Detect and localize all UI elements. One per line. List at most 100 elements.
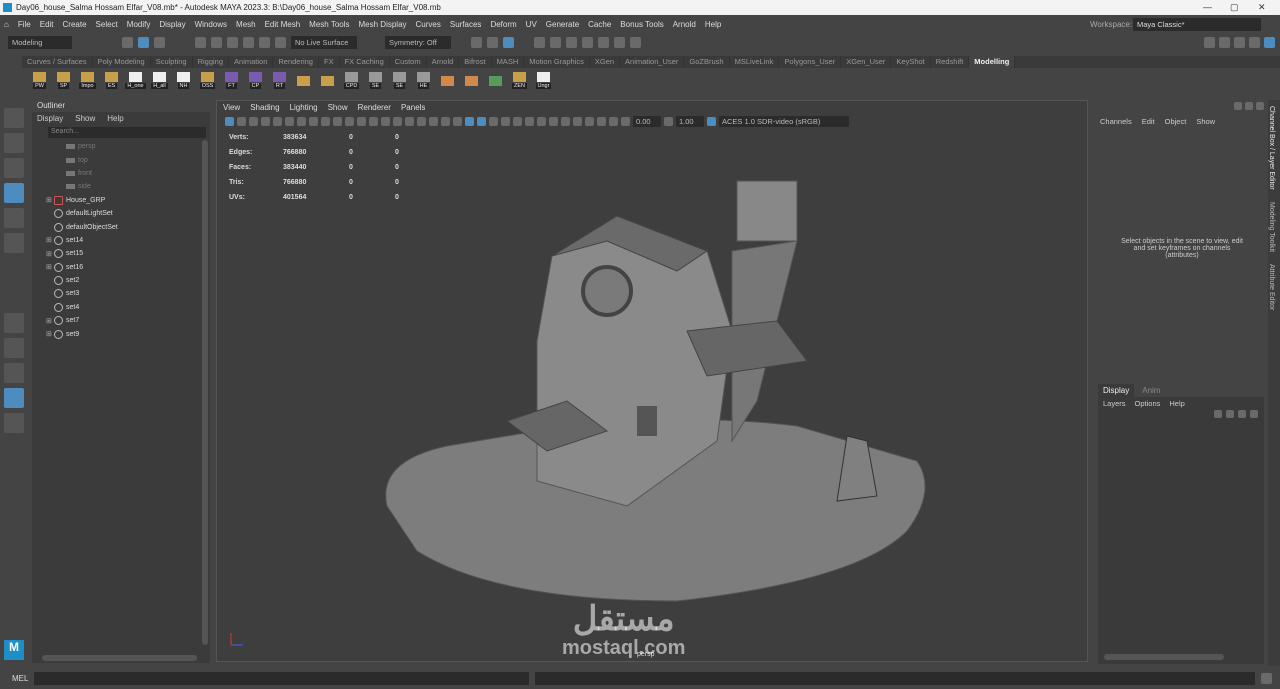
outliner-item[interactable]: set3 xyxy=(46,287,210,300)
options-menu[interactable]: Options xyxy=(1135,399,1161,408)
construction-history-icon[interactable] xyxy=(487,36,498,48)
viewport-tool-icon[interactable] xyxy=(261,116,270,126)
input-output-icon[interactable] xyxy=(471,36,482,48)
viewport-tool-icon[interactable] xyxy=(525,116,534,126)
rotate-tool-icon[interactable] xyxy=(4,208,24,228)
gamma-field[interactable]: 1.00 xyxy=(676,115,704,127)
menu-file[interactable]: File xyxy=(18,20,31,29)
snap-view-icon[interactable] xyxy=(243,36,254,48)
shelf-button[interactable]: OSS xyxy=(198,72,217,89)
tab-display[interactable]: Display xyxy=(1098,384,1135,397)
viewport-tool-icon[interactable] xyxy=(369,116,378,126)
shelf-button[interactable]: SE xyxy=(366,72,385,89)
edit-menu[interactable]: Edit xyxy=(1142,117,1155,126)
snap-curve-icon[interactable] xyxy=(211,36,222,48)
viewport-tool-icon[interactable] xyxy=(549,116,558,126)
shelf-button[interactable]: FT xyxy=(222,72,241,89)
outliner-item[interactable]: ⊞ set7 xyxy=(46,314,210,327)
viewport-tool-icon[interactable] xyxy=(333,116,342,126)
outliner-item[interactable]: ⊞ set15 xyxy=(46,247,210,260)
search-icon[interactable] xyxy=(4,413,24,433)
menu-help[interactable]: Help xyxy=(705,20,721,29)
outliner-item[interactable]: ⊞ set16 xyxy=(46,261,210,274)
shelf-button[interactable]: CP xyxy=(246,72,265,89)
mel-label[interactable]: MEL xyxy=(12,674,28,683)
arnold-render-icon[interactable] xyxy=(614,36,625,48)
menu-generate[interactable]: Generate xyxy=(546,20,579,29)
shelf-button[interactable]: PW xyxy=(30,72,49,89)
outliner-item[interactable]: ⊞ House_GRP xyxy=(46,194,210,207)
outliner-scrollbar[interactable] xyxy=(202,140,208,645)
select-by-component-icon[interactable] xyxy=(154,36,165,48)
viewport-tool-icon[interactable] xyxy=(585,116,594,126)
menu-uv[interactable]: UV xyxy=(526,20,537,29)
viewport-tool-icon[interactable] xyxy=(429,116,438,126)
menu-edit-mesh[interactable]: Edit Mesh xyxy=(265,20,301,29)
viewport-menu-renderer[interactable]: Renderer xyxy=(358,103,391,112)
shelf-tab[interactable]: FX xyxy=(319,56,340,68)
shelf-tab[interactable]: XGen xyxy=(590,56,621,68)
scale-tool-icon[interactable] xyxy=(4,233,24,253)
viewport-tool-icon[interactable] xyxy=(609,116,618,126)
move-layer-up-icon[interactable] xyxy=(1214,410,1222,418)
expand-icon[interactable]: ⊞ xyxy=(46,317,54,325)
layers-menu[interactable]: Layers xyxy=(1103,399,1126,408)
outliner-item[interactable]: defaultObjectSet xyxy=(46,220,210,233)
select-tool-icon[interactable] xyxy=(4,108,24,128)
paint-select-tool-icon[interactable] xyxy=(4,158,24,178)
layer-help-menu[interactable]: Help xyxy=(1169,399,1184,408)
symmetry-dropdown[interactable]: Symmetry: Off xyxy=(385,35,451,49)
exposure-field[interactable]: 0.00 xyxy=(633,115,661,127)
shelf-button[interactable]: NH xyxy=(174,72,193,89)
menu-select[interactable]: Select xyxy=(96,20,118,29)
viewport-tool-icon[interactable] xyxy=(489,116,498,126)
shelf-tab[interactable]: Animation_User xyxy=(620,56,685,68)
hypershade-icon[interactable] xyxy=(598,36,609,48)
shelf-button[interactable]: ES xyxy=(102,72,121,89)
menu-deform[interactable]: Deform xyxy=(490,20,516,29)
viewport-menu-lighting[interactable]: Lighting xyxy=(290,103,318,112)
shelf-button[interactable]: HE xyxy=(414,72,433,89)
viewport-tool-icon[interactable] xyxy=(465,116,474,126)
channel-box-toggle-icon[interactable] xyxy=(1234,102,1242,110)
viewport-tool-icon[interactable] xyxy=(357,116,366,126)
shelf-button[interactable]: ZEN xyxy=(510,72,529,89)
snap-grid-icon[interactable] xyxy=(195,36,206,48)
viewport-tool-icon[interactable] xyxy=(237,116,246,126)
shelf-button[interactable] xyxy=(438,75,457,86)
shelf-button[interactable]: H_one xyxy=(125,72,146,89)
viewport-tool-icon[interactable] xyxy=(561,116,570,126)
maximize-button[interactable]: ▢ xyxy=(1230,2,1239,13)
channels-menu[interactable]: Channels xyxy=(1100,117,1132,126)
menu-curves[interactable]: Curves xyxy=(416,20,441,29)
viewport-tool-icon[interactable] xyxy=(441,116,450,126)
tab-attribute-editor[interactable]: Attribute Editor xyxy=(1268,258,1275,316)
tab-channel-box-layer-editor[interactable]: Channel Box / Layer Editor xyxy=(1268,100,1275,196)
viewport-menu-view[interactable]: View xyxy=(223,103,240,112)
new-layer-selected-icon[interactable] xyxy=(1250,410,1258,418)
channel-box-icon[interactable] xyxy=(1264,36,1275,48)
outliner-item[interactable]: set4 xyxy=(46,301,210,314)
live-surface-field[interactable]: No Live Surface xyxy=(291,35,357,49)
shelf-tab[interactable]: Sculpting xyxy=(151,56,193,68)
viewport-tool-icon[interactable] xyxy=(249,116,258,126)
shelf-tab[interactable]: Custom xyxy=(390,56,427,68)
character-controls-icon[interactable] xyxy=(1219,36,1230,48)
expand-icon[interactable]: ⊞ xyxy=(46,250,54,258)
viewport-tool-icon[interactable] xyxy=(393,116,402,126)
command-input[interactable] xyxy=(34,672,530,685)
shelf-tab[interactable]: Redshift xyxy=(931,56,970,68)
menu-windows[interactable]: Windows xyxy=(195,20,227,29)
shelf-tab[interactable]: MSLiveLink xyxy=(730,56,780,68)
persp-outliner-layout-icon[interactable] xyxy=(4,363,24,383)
viewport-menu-show[interactable]: Show xyxy=(328,103,348,112)
render-settings-window-icon[interactable] xyxy=(582,36,593,48)
tab-modeling-toolkit[interactable]: Modeling Toolkit xyxy=(1268,196,1275,258)
menu-bonus-tools[interactable]: Bonus Tools xyxy=(620,20,663,29)
menu-cache[interactable]: Cache xyxy=(588,20,611,29)
outliner-item[interactable]: defaultLightSet xyxy=(46,207,210,220)
menu-mesh[interactable]: Mesh xyxy=(236,20,256,29)
color-management-icon[interactable] xyxy=(707,116,716,126)
snap-surface-icon[interactable] xyxy=(259,36,270,48)
outliner-item[interactable]: ⊞ set9 xyxy=(46,327,210,340)
